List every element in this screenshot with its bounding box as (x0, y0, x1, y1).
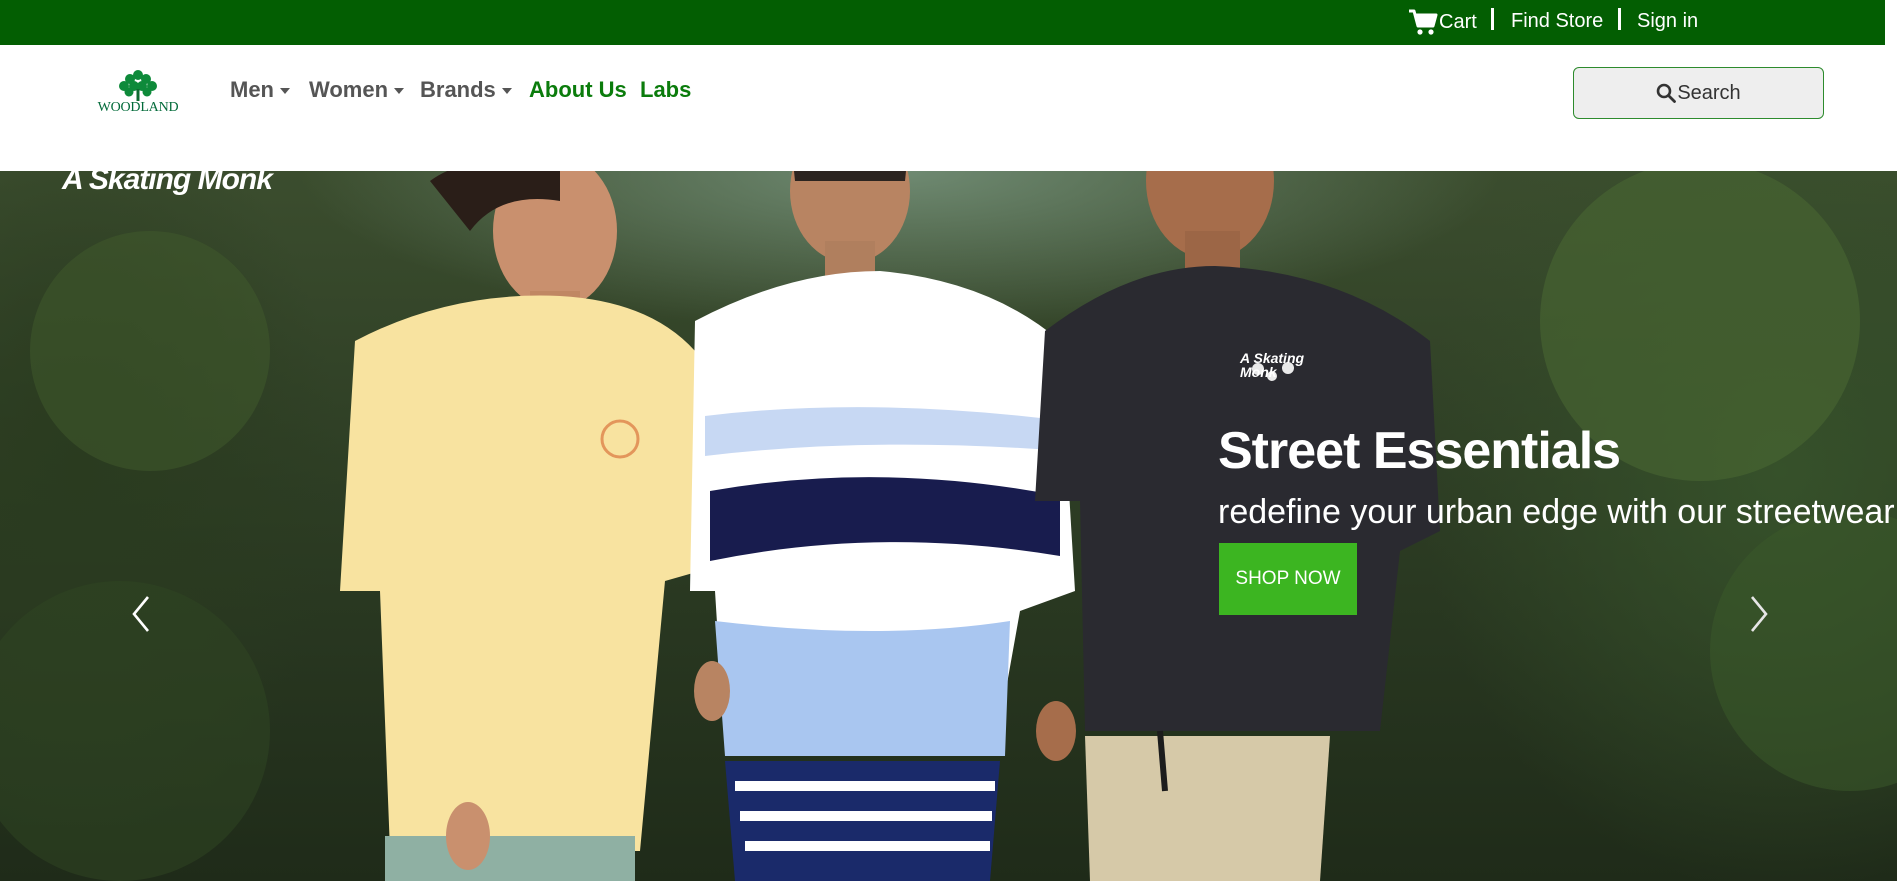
nav-men-label: Men (230, 77, 274, 102)
main-navbar: WOODLAND Men Women Brands About Us Labs … (0, 45, 1885, 171)
cart-link[interactable]: Cart (1408, 6, 1477, 38)
nav-men[interactable]: Men (230, 77, 290, 103)
woodland-logo[interactable]: WOODLAND (90, 67, 186, 119)
nav-brands[interactable]: Brands (420, 77, 512, 103)
nav-labs[interactable]: Labs (640, 77, 691, 103)
hero-carousel: A Skating Monk A Skating Monk Street Ess… (0, 171, 1897, 881)
cart-label: Cart (1439, 10, 1477, 33)
cart-icon (1409, 9, 1438, 35)
hero-title: Street Essentials (1218, 422, 1621, 480)
find-store-link[interactable]: Find Store (1511, 10, 1603, 33)
shop-now-button[interactable]: SHOP NOW (1219, 543, 1357, 615)
nav-about-us-label: About Us (529, 77, 627, 102)
hero-subtitle: redefine your urban edge with our street… (1218, 493, 1895, 531)
search-label: Search (1677, 81, 1741, 104)
nav-women-label: Women (309, 77, 389, 102)
chevron-right-icon[interactable] (1742, 589, 1772, 639)
caret-down-icon (501, 88, 512, 94)
caret-down-icon (280, 88, 290, 94)
top-utility-bar: Cart Find Store Sign in (0, 0, 1885, 45)
shirt-print-text: A Skating Monk (1240, 350, 1305, 380)
nav-brands-label: Brands (420, 77, 496, 102)
chevron-left-icon[interactable] (128, 589, 158, 639)
nav-about-us[interactable]: About Us (529, 77, 627, 103)
divider (1491, 8, 1494, 30)
divider (1618, 8, 1621, 30)
nav-labs-label: Labs (640, 77, 692, 102)
sign-in-link[interactable]: Sign in (1637, 10, 1698, 33)
search-button[interactable]: Search (1573, 67, 1824, 119)
nav-women[interactable]: Women (309, 77, 405, 103)
search-icon (1657, 83, 1677, 103)
caret-down-icon (394, 88, 405, 94)
tree-logo-icon (119, 70, 157, 101)
logo-text: WOODLAND (97, 100, 179, 115)
